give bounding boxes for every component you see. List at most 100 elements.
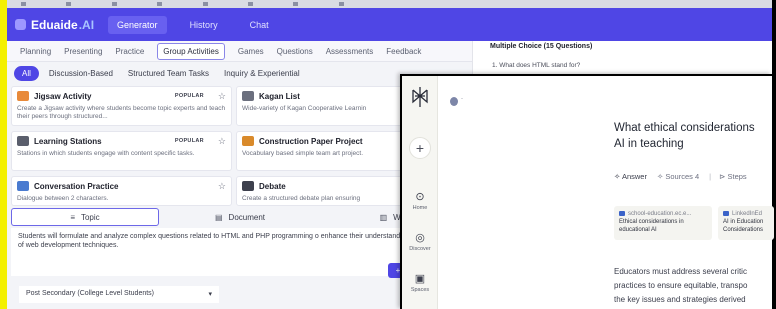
grade-level-value: Post Secondary (College Level Students)	[26, 290, 155, 297]
site-favicon-icon	[723, 210, 729, 216]
card-title: Conversation Practice	[34, 181, 119, 191]
filter-discussion-based[interactable]: Discussion-Based	[49, 69, 113, 78]
thread-title: What ethical considerations AI in teachi…	[614, 120, 774, 152]
popular-badge: POPULAR	[174, 93, 204, 99]
category-tabs: Planning Presenting Practice Group Activ…	[7, 41, 472, 62]
input-tab-document[interactable]: ▤ Document	[166, 208, 314, 226]
browser-bookmarks-bar	[7, 0, 772, 8]
thread-status: -	[461, 96, 463, 102]
chat-bubbles-icon	[17, 181, 29, 191]
card-description: Stations in which students engage with c…	[17, 150, 195, 157]
tab-label: Sources	[665, 171, 693, 181]
bookmark-item[interactable]	[293, 1, 319, 7]
bookmark-item[interactable]	[202, 1, 229, 7]
source-card[interactable]: LinkedInEd AI in Education Consideration…	[718, 206, 774, 240]
site-favicon-icon	[619, 210, 625, 216]
avatar[interactable]	[450, 97, 458, 106]
sidebar-item-label: Discover	[409, 246, 431, 252]
spaces-icon: ▣	[414, 273, 426, 285]
sources-count: 4	[694, 171, 700, 181]
brand-suffix: .AI	[78, 17, 95, 32]
perplexity-logo-icon[interactable]	[411, 86, 429, 108]
source-title: educational AI	[619, 227, 657, 233]
tab-questions[interactable]: Questions	[277, 44, 313, 59]
assistant-sidebar: + ⊙ Home ◎ Discover ▣ Spaces	[402, 76, 438, 309]
activity-card-jigsaw[interactable]: Jigsaw Activity POPULAR ☆ Create a Jigsa…	[11, 86, 232, 126]
sidebar-item-label: Spaces	[410, 287, 430, 293]
tab-planning[interactable]: Planning	[20, 44, 51, 59]
screenshot-border-right	[772, 0, 776, 309]
website-icon: ▥	[379, 212, 388, 222]
answer-line: the key issues and strategies derived	[614, 295, 746, 304]
tab-games[interactable]: Games	[238, 44, 264, 59]
bookmark-item[interactable]	[111, 1, 138, 7]
new-thread-button[interactable]: +	[409, 137, 431, 159]
document-icon: ▤	[214, 212, 223, 222]
card-description: Create a Jigsaw activity where students …	[17, 105, 226, 120]
eduaide-logo[interactable]: Eduaide .AI	[15, 18, 94, 32]
answer-line: Educators must address several critic	[614, 267, 747, 276]
bookmark-item[interactable]	[157, 1, 183, 7]
sources-icon: ✧	[656, 171, 664, 181]
source-title: AI in Education	[723, 219, 764, 225]
tab-practice[interactable]: Practice	[115, 44, 144, 59]
popular-badge: POPULAR	[174, 138, 204, 144]
source-card[interactable]: school-education.ec.e... Ethical conside…	[614, 206, 712, 240]
screenshot-border-left	[0, 0, 7, 309]
bookmark-item[interactable]	[338, 1, 365, 7]
steps-icon: ⊳	[719, 171, 726, 181]
tab-sources[interactable]: ✧ Sources 4	[657, 172, 699, 181]
source-site: LinkedInEd	[723, 210, 769, 218]
input-tab-topic[interactable]: ≡ Topic	[11, 208, 159, 226]
favorite-star-icon[interactable]: ☆	[218, 181, 226, 192]
favorite-star-icon[interactable]: ☆	[218, 136, 226, 147]
source-site-name: LinkedInEd	[732, 211, 763, 217]
bookmark-item[interactable]	[247, 1, 274, 7]
filter-inquiry-experiential[interactable]: Inquiry & Experiential	[224, 69, 300, 78]
tab-presenting[interactable]: Presenting	[64, 44, 102, 59]
nav-tab-chat[interactable]: Chat	[241, 16, 278, 34]
grid-icon	[242, 91, 254, 101]
filter-structured-team-tasks[interactable]: Structured Team Tasks	[128, 69, 209, 78]
sidebar-item-spaces[interactable]: ▣ Spaces	[402, 272, 438, 293]
stations-icon	[17, 136, 29, 146]
tab-group-activities[interactable]: Group Activities	[157, 42, 225, 60]
answer-text: Educators must address several critic pr…	[614, 265, 774, 307]
answer-line: practices to ensure equitable, transpo	[614, 281, 748, 290]
tab-answer[interactable]: ✧ Answer	[614, 172, 647, 181]
sidebar-item-label: Home	[412, 205, 428, 211]
bookmark-item[interactable]	[21, 1, 47, 7]
debate-icon	[242, 181, 254, 191]
nav-tab-generator[interactable]: Generator	[108, 15, 167, 34]
thread-title-line: AI in teaching	[614, 138, 684, 150]
bookmark-item[interactable]	[66, 1, 92, 7]
puzzle-icon	[17, 91, 29, 101]
brand-name: Eduaide	[31, 17, 78, 32]
perplexity-window: + ⊙ Home ◎ Discover ▣ Spaces - What ethi…	[400, 74, 774, 309]
answer-tabs: ✧ Answer ✧ Sources 4 | ⊳ Steps	[614, 170, 757, 182]
tab-steps[interactable]: ⊳ Steps	[719, 172, 747, 181]
tab-divider: |	[709, 171, 712, 181]
lines-icon: ≡	[70, 212, 75, 222]
discover-icon: ◎	[415, 232, 425, 244]
source-site-name: school-education.ec.e...	[628, 211, 692, 217]
sidebar-item-discover[interactable]: ◎ Discover	[402, 231, 438, 252]
tab-label: Answer	[621, 171, 647, 181]
answer-icon: ✧	[614, 171, 621, 181]
nav-tab-history[interactable]: History	[181, 16, 227, 34]
paper-project-icon	[242, 136, 254, 146]
source-site: school-education.ec.e...	[619, 210, 707, 218]
home-icon: ⊙	[415, 191, 425, 203]
grade-level-select[interactable]: Post Secondary (College Level Students) …	[19, 286, 219, 303]
activity-card-conversation-practice[interactable]: Conversation Practice ☆ Dialogue between…	[11, 176, 232, 206]
tab-feedback[interactable]: Feedback	[386, 44, 421, 59]
favorite-star-icon[interactable]: ☆	[218, 91, 226, 102]
thread-title-line: What ethical considerations	[614, 122, 755, 134]
sidebar-item-home[interactable]: ⊙ Home	[402, 190, 438, 211]
activity-card-learning-stations[interactable]: Learning Stations POPULAR ☆ Stations in …	[11, 131, 232, 171]
output-title: Multiple Choice (15 Questions)	[490, 43, 593, 50]
filter-all[interactable]: All	[14, 66, 39, 81]
source-title: Ethical considerations in	[619, 219, 684, 225]
logo-icon	[15, 19, 26, 30]
tab-assessments[interactable]: Assessments	[326, 44, 374, 59]
